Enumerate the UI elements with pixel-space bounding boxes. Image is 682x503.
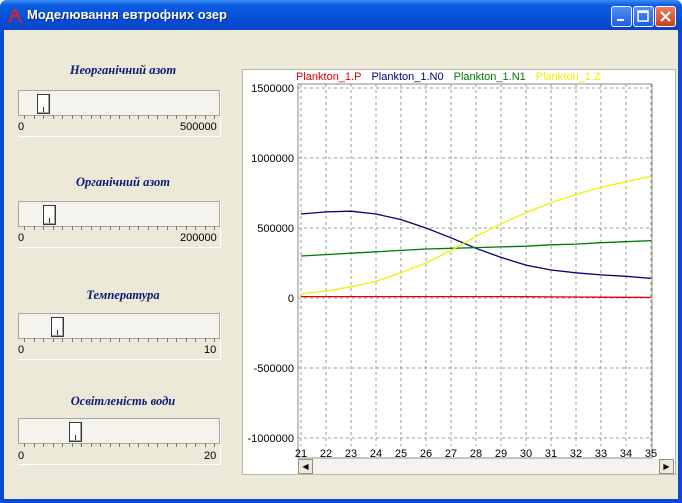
y-tick-label: 500000	[257, 223, 294, 235]
minimize-icon	[617, 19, 624, 21]
slider-panel	[18, 201, 221, 248]
slider-panel	[18, 90, 221, 137]
slider-panel	[18, 418, 221, 465]
title-bar[interactable]: Моделювання евтрофних озер	[0, 0, 682, 30]
slider-label: Неорганічний азот	[69, 63, 177, 77]
slider-label: Освітленість води	[70, 394, 176, 408]
minimize-button[interactable]	[611, 6, 632, 27]
window-title: Моделювання евтрофних озер	[27, 7, 227, 22]
y-tick-label: 1500000	[251, 83, 294, 95]
plankton-chart: Plankton_1.P Plankton_1.N0 Plankton_1.N1 Pl…	[242, 69, 676, 475]
client-area: Неорганічний азот 0 500000 Органічний аз…	[4, 30, 678, 499]
scroll-right-button[interactable]: ▶	[659, 459, 674, 474]
scroll-left-button[interactable]: ◀	[298, 459, 313, 474]
y-tick-label: -500000	[254, 363, 294, 375]
slider-label: Органічний азот	[75, 175, 171, 189]
close-icon	[660, 11, 671, 22]
maximize-icon	[637, 10, 649, 22]
horizontal-scrollbar[interactable]: ◀ ▶	[298, 459, 674, 474]
maximize-button[interactable]	[633, 6, 654, 27]
chart-plot: 150000010000005000000-500000-100000021 22…	[248, 83, 658, 460]
app-icon	[8, 8, 22, 24]
y-tick-label: 0	[288, 293, 294, 305]
slider-label: Температура	[86, 288, 160, 302]
slider-panel	[18, 313, 221, 360]
y-tick-label: -1000000	[248, 433, 295, 445]
close-button[interactable]	[655, 6, 676, 27]
app-window: Моделювання евтрофних озер Неорганічний …	[0, 0, 682, 503]
y-tick-label: 1000000	[251, 153, 294, 165]
